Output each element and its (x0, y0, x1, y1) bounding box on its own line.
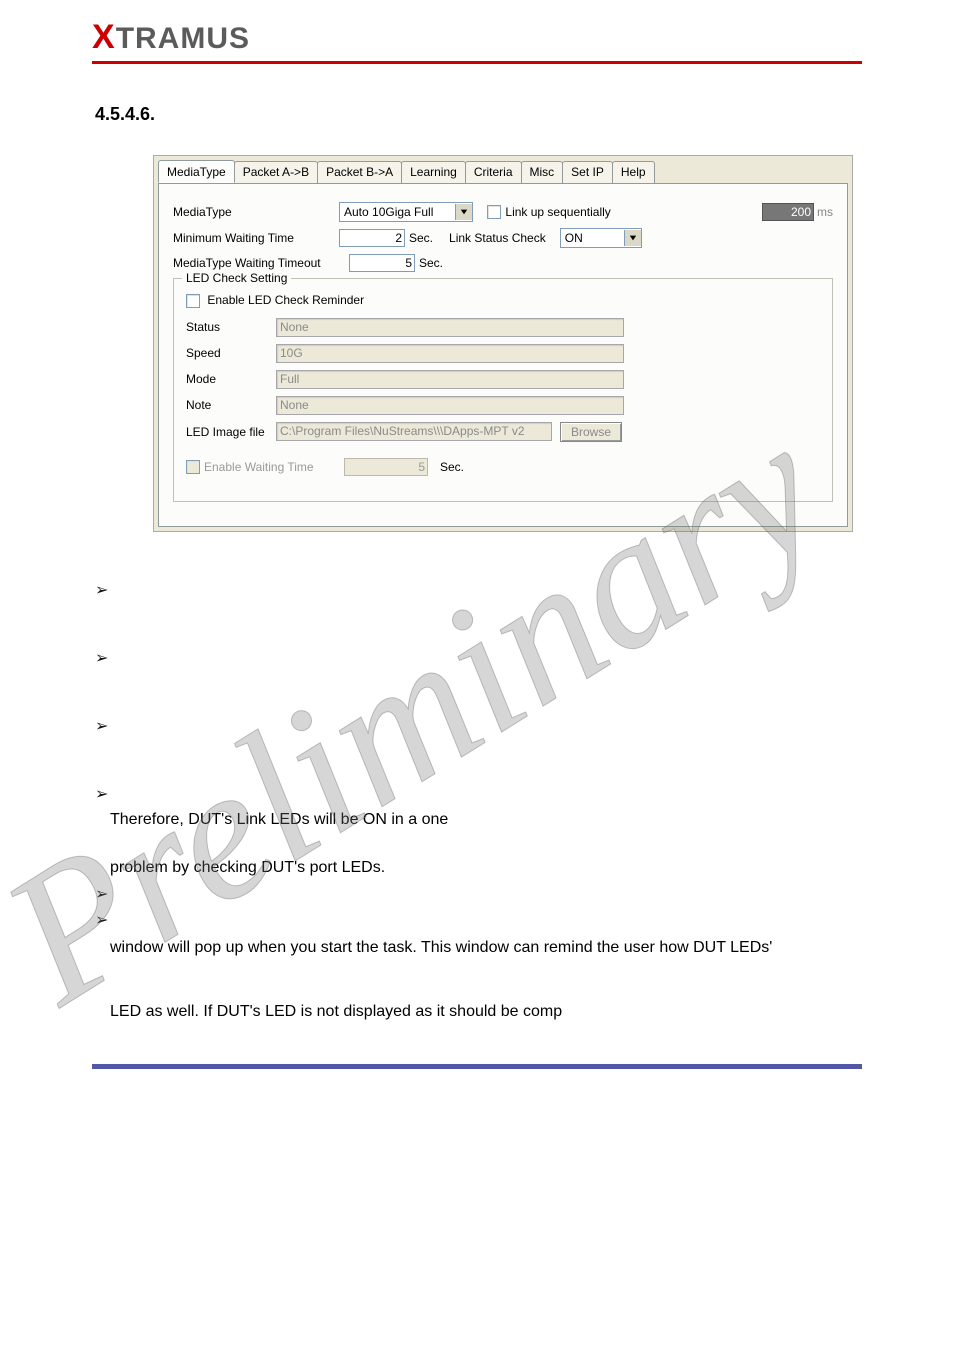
tab-bar: MediaType Packet A->B Packet B->A Learni… (154, 156, 852, 183)
enable-waiting-checkbox (186, 460, 200, 474)
enable-waiting-label: Enable Waiting Time (204, 460, 344, 474)
brand-logo: XTRAMUS (92, 18, 954, 57)
linkup-ms-input[interactable]: 200 (762, 203, 814, 221)
media-timeout-input[interactable]: 5 (349, 254, 415, 272)
footer-divider (92, 1064, 862, 1069)
tab-help[interactable]: Help (612, 161, 655, 184)
logo-rest: TRAMUS (116, 22, 250, 55)
note-label: Note (186, 398, 276, 412)
min-wait-label: Minimum Waiting Time (173, 231, 339, 245)
paragraph-3: window will pop up when you start the ta… (110, 936, 954, 960)
logo-x: X (92, 18, 116, 56)
speed-label: Speed (186, 346, 276, 360)
tab-packet-ab[interactable]: Packet A->B (234, 161, 318, 184)
led-check-legend: LED Check Setting (182, 271, 291, 285)
paragraph-2: problem by checking DUT's port LEDs. (110, 856, 954, 880)
enable-waiting-input: 5 (344, 458, 428, 476)
tab-mediatype[interactable]: MediaType (158, 160, 235, 183)
status-field: None (276, 318, 624, 337)
speed-field: 10G (276, 344, 624, 363)
header-divider (92, 61, 862, 64)
tab-criteria[interactable]: Criteria (465, 161, 522, 184)
sec-unit-1: Sec. (409, 231, 433, 245)
paragraph-4: LED as well. If DUT's LED is not display… (110, 1000, 954, 1024)
linkup-seq-checkbox[interactable] (487, 205, 501, 219)
chevron-down-icon[interactable] (624, 230, 641, 246)
tab-setip[interactable]: Set IP (562, 161, 613, 184)
mediatype-label: MediaType (173, 205, 339, 219)
paragraph-1: Therefore, DUT's Link LEDs will be ON in… (110, 808, 954, 832)
sec-unit-2: Sec. (419, 256, 443, 270)
mediatype-combo[interactable]: Auto 10Giga Full (339, 202, 473, 222)
sec-unit-3: Sec. (440, 460, 464, 474)
mediatype-combo-value: Auto 10Giga Full (340, 205, 455, 219)
mode-field: Full (276, 370, 624, 389)
enable-led-check-checkbox[interactable] (186, 294, 200, 308)
note-field: None (276, 396, 624, 415)
section-number: 4.5.4.6. (95, 104, 954, 125)
link-status-value: ON (561, 231, 624, 245)
tab-body-mediatype: MediaType Auto 10Giga Full Link up seque… (158, 183, 848, 527)
status-label: Status (186, 320, 276, 334)
bullet-list: ➢ ➢ ➢ ➢ (95, 580, 954, 804)
min-wait-input[interactable]: 2 (339, 229, 405, 247)
media-timeout-label: MediaType Waiting Timeout (173, 256, 349, 270)
chevron-down-icon[interactable] (455, 204, 472, 220)
tab-packet-ba[interactable]: Packet B->A (317, 161, 402, 184)
mode-label: Mode (186, 372, 276, 386)
ms-unit-label: ms (817, 205, 833, 219)
linkup-seq-label: Link up sequentially (505, 205, 610, 219)
tab-misc[interactable]: Misc (521, 161, 564, 184)
link-status-check-label: Link Status Check (449, 231, 546, 245)
tab-learning[interactable]: Learning (401, 161, 466, 184)
enable-led-check-label: Enable LED Check Reminder (207, 293, 364, 307)
link-status-combo[interactable]: ON (560, 228, 642, 248)
image-file-field: C:\Program Files\NuStreams\\\DApps-MPT v… (276, 422, 552, 441)
bullet-list-2: ➢ ➢ (95, 884, 954, 930)
browse-button[interactable]: Browse (560, 422, 622, 442)
image-file-label: LED Image file (186, 425, 276, 439)
settings-panel: MediaType Packet A->B Packet B->A Learni… (153, 155, 853, 532)
led-check-groupbox: LED Check Setting Enable LED Check Remin… (173, 278, 833, 502)
